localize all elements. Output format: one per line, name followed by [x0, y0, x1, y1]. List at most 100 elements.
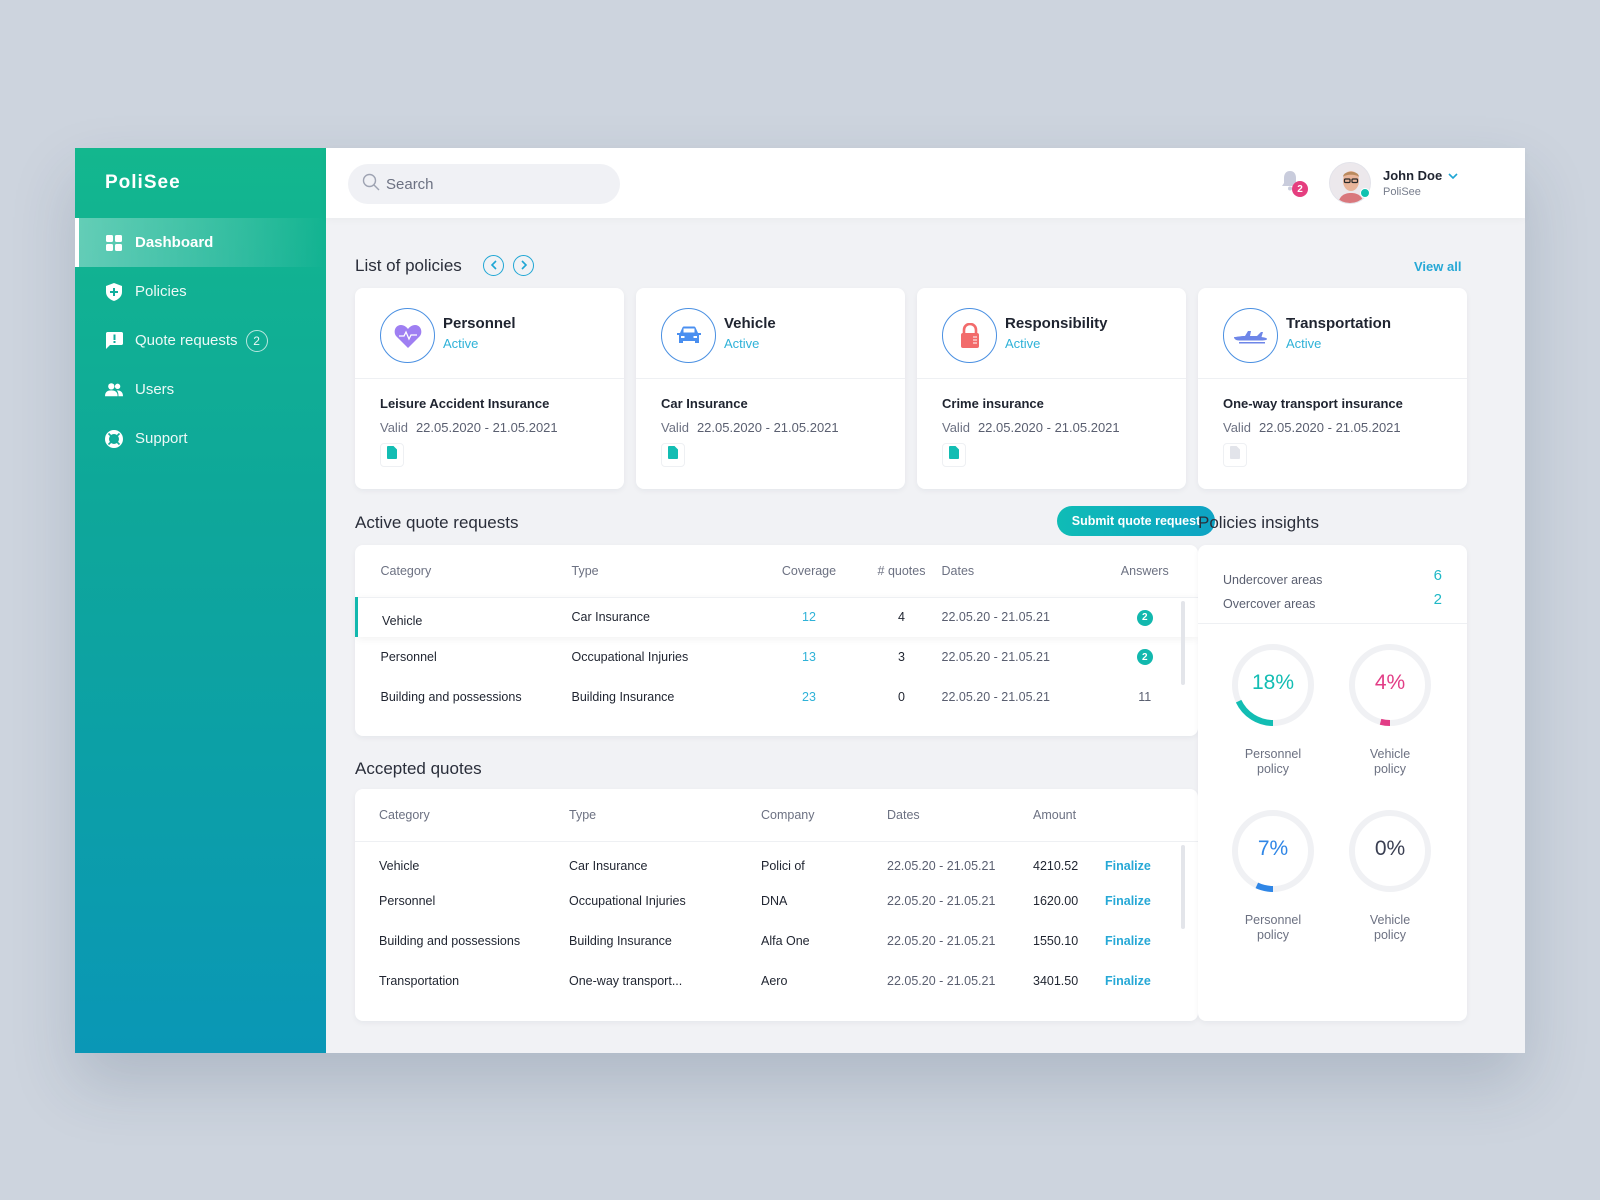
finalize-link[interactable]: Finalize	[1105, 974, 1151, 988]
quote-requests-scrollbar[interactable]	[1181, 601, 1185, 685]
table-row[interactable]: Personnel Occupational Injuries 13 3 22.…	[357, 637, 1199, 677]
stat-label: Undercover areas	[1223, 573, 1323, 587]
finalize-link[interactable]: Finalize	[1105, 934, 1151, 948]
column-header[interactable]: Dates	[941, 545, 1092, 598]
submit-quote-request-button[interactable]: Submit quote request	[1057, 506, 1215, 536]
dashboard-grid-icon	[105, 234, 123, 252]
search-input[interactable]	[386, 175, 606, 193]
sidebar-item-quote-requests[interactable]: Quote requests 2	[75, 316, 326, 365]
table-row[interactable]: Building and possessions Building Insura…	[355, 921, 1198, 961]
notifications-button[interactable]: 2	[1281, 170, 1308, 197]
cell-category: Building and possessions	[380, 690, 522, 704]
cell-dates: 22.05.20 - 21.05.21	[941, 650, 1050, 664]
finalize-link[interactable]: Finalize	[1105, 894, 1151, 908]
cell-category: Vehicle	[355, 597, 572, 637]
column-header[interactable]: Category	[356, 545, 572, 598]
policy-document-button[interactable]	[380, 443, 404, 467]
airplane-icon	[1223, 308, 1278, 363]
table-header-row: Category Type Company Dates Amount	[355, 789, 1198, 842]
donut-progress-arc	[1379, 718, 1391, 726]
sidebar-item-dashboard[interactable]: Dashboard	[75, 218, 326, 267]
cell-company: Aero	[761, 974, 788, 988]
column-header[interactable]: Category	[355, 789, 569, 842]
cell-dates: 22.05.20 - 21.05.21	[887, 974, 996, 988]
table-row[interactable]: Vehicle Car Insurance Polici of 22.05.20…	[355, 841, 1198, 881]
view-all-link[interactable]: View all	[1414, 259, 1461, 274]
sidebar-item-policies[interactable]: Policies	[75, 267, 326, 316]
policy-card-vehicle[interactable]: Vehicle Active Car Insurance Valid 22.05.…	[636, 288, 905, 489]
table-row[interactable]: Building and possessions Building Insura…	[357, 677, 1199, 717]
cell-dates: 22.05.20 - 21.05.21	[887, 859, 996, 874]
user-menu[interactable]: John Doe PoliSee	[1329, 162, 1458, 204]
policies-next-button[interactable]	[513, 255, 534, 276]
policy-status: Active	[1005, 336, 1041, 351]
cell-amount: 1550.10	[1033, 934, 1079, 948]
policy-card-responsibility[interactable]: Responsibility Active Crime insurance Va…	[917, 288, 1186, 489]
donut-label: Personnel policy	[1244, 747, 1302, 776]
cell-coverage[interactable]: 23	[757, 677, 862, 717]
column-header[interactable]: Coverage	[756, 545, 862, 598]
policy-category: Transportation	[1286, 315, 1392, 332]
policy-status: Active	[443, 336, 479, 351]
cell-category: Personnel	[379, 894, 436, 908]
policy-card-transportation[interactable]: Transportation Active One-way transport …	[1198, 288, 1467, 489]
user-company: PoliSee	[1383, 186, 1421, 198]
sidebar-item-users[interactable]: Users	[75, 365, 326, 414]
policy-validity: Valid 22.05.2020 - 21.05.2021	[661, 420, 839, 435]
finalize-link[interactable]: Finalize	[1105, 859, 1151, 873]
policy-card-personnel[interactable]: Personnel Active Leisure Accident Insura…	[355, 288, 624, 489]
stat-value[interactable]: 2	[1434, 591, 1442, 611]
policy-category: Personnel	[443, 315, 516, 332]
column-header[interactable]: Amount	[1033, 789, 1105, 842]
cell-company: DNA	[761, 894, 788, 908]
accepted-quotes-scrollbar[interactable]	[1181, 845, 1185, 929]
top-bar: 2 John Doe	[326, 148, 1525, 218]
cell-company: Alfa One	[761, 934, 810, 948]
cell-type: Building Insurance	[571, 690, 675, 704]
policy-name: Leisure Accident Insurance	[380, 396, 550, 411]
donut-vehicle-policy-2[interactable]: 0% Vehicle policy	[1345, 807, 1435, 943]
policy-document-button[interactable]	[1223, 443, 1247, 467]
cell-dates: 22.05.20 - 21.05.21	[941, 690, 1050, 704]
column-header[interactable]: Answers	[1091, 545, 1198, 598]
answers-badge[interactable]: 2	[1136, 609, 1153, 626]
main-content: 2 John Doe	[326, 148, 1525, 1053]
chevron-left-icon	[490, 258, 498, 273]
sidebar-item-support[interactable]: Support	[75, 414, 326, 463]
user-name: John Doe	[1383, 168, 1443, 183]
table-row[interactable]: Transportation One-way transport... Aero…	[355, 961, 1198, 1001]
document-disabled-icon	[1230, 446, 1240, 464]
cell-quotes: 4	[861, 597, 942, 637]
column-header[interactable]: Type	[569, 789, 761, 842]
cell-company: Polici of	[761, 859, 805, 874]
donut-personnel-policy-2[interactable]: 7% Personnel policy	[1228, 807, 1318, 943]
search-icon	[362, 173, 380, 196]
sidebar-item-label: Users	[135, 381, 175, 398]
answers-badge[interactable]: 2	[1136, 649, 1153, 666]
overcover-areas-row: Overcover areas 2	[1198, 591, 1467, 611]
policy-document-button[interactable]	[661, 443, 685, 467]
column-header[interactable]: Dates	[887, 789, 1033, 842]
policy-document-button[interactable]	[942, 443, 966, 467]
policy-validity: Valid 22.05.2020 - 21.05.2021	[942, 420, 1120, 435]
search-box[interactable]	[348, 164, 620, 204]
cell-coverage[interactable]: 12	[756, 597, 862, 637]
stat-value[interactable]: 6	[1434, 567, 1442, 587]
column-header[interactable]: # quotes	[861, 545, 942, 598]
cell-coverage[interactable]: 13	[757, 637, 862, 677]
document-icon	[668, 446, 678, 464]
column-header[interactable]: Type	[571, 545, 757, 598]
cell-category: Transportation	[379, 974, 460, 988]
padlock-icon	[942, 308, 997, 363]
cell-type: One-way transport...	[569, 974, 683, 988]
donut-vehicle-policy-1[interactable]: 4% Vehicle policy	[1345, 641, 1435, 777]
shield-plus-icon	[105, 282, 123, 301]
column-header[interactable]: Company	[761, 789, 887, 842]
donut-personnel-policy-1[interactable]: 18% Personnel policy	[1228, 641, 1318, 777]
policy-category: Vehicle	[724, 315, 776, 332]
users-icon	[105, 381, 123, 399]
table-row[interactable]: Personnel Occupational Injuries DNA 22.0…	[355, 881, 1198, 921]
cell-category: Building and possessions	[379, 934, 521, 948]
policies-prev-button[interactable]	[483, 255, 504, 276]
table-row-selected[interactable]: Vehicle Car Insurance 12 4 22.05.20 - 21…	[355, 597, 1198, 637]
